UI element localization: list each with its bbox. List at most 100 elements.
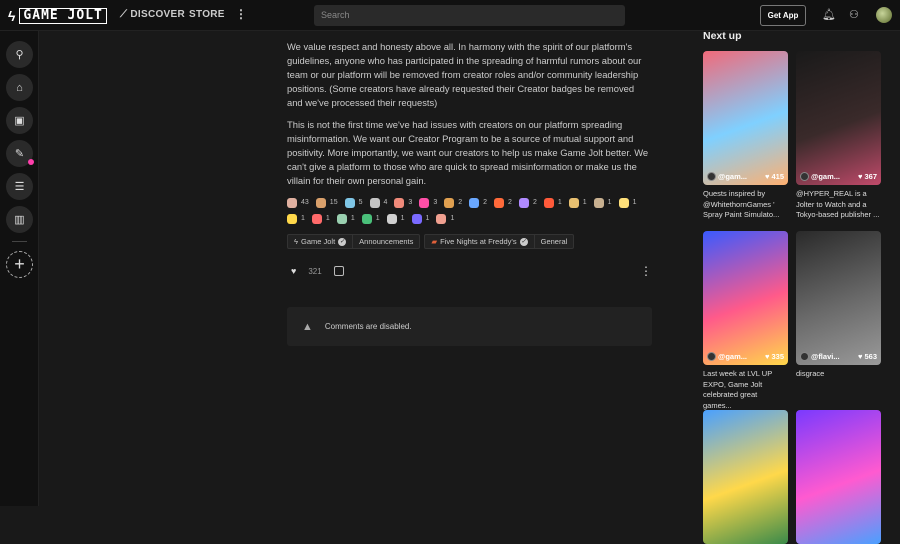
reaction-count: 1 xyxy=(607,199,612,206)
reaction-count: 1 xyxy=(425,215,430,222)
next-up-card[interactable]: @gam... ♥ 415 Quests inspired by @Whitetho… xyxy=(703,51,788,221)
card-caption[interactable]: Last week at LVL UP EXPO, Game Jolt cele… xyxy=(703,369,788,411)
reaction-chip[interactable]: 1 xyxy=(568,197,587,208)
card-thumbnail[interactable]: @gam... ♥ 335 xyxy=(703,231,788,365)
reaction-chip[interactable]: 2 xyxy=(469,197,487,208)
card-thumbnail[interactable]: @flavi... ♥ 563 xyxy=(796,231,881,365)
nav-discover[interactable]: ⟋ DISCOVER xyxy=(120,9,185,20)
bolt-icon: ϟ xyxy=(8,8,16,24)
next-up-card[interactable]: @gam... ♥ 367 @HYPER_REAL is a Jolter to W… xyxy=(796,51,881,221)
sticker-emoji-icon xyxy=(469,197,480,208)
sticker-emoji-icon xyxy=(618,197,629,208)
reaction-chip[interactable]: 1 xyxy=(543,197,562,208)
next-up-title: Next up xyxy=(703,30,742,42)
sticker-emoji-icon xyxy=(287,197,297,208)
user-avatar-icon xyxy=(800,172,809,181)
warning-icon: ▲ xyxy=(302,320,313,333)
backpack-icon[interactable]: ▣ xyxy=(6,107,33,134)
reaction-chip[interactable]: 3 xyxy=(394,197,412,208)
tag-community[interactable]: ▰ Five Nights at Freddy's ✓ General xyxy=(424,234,575,249)
card-username: @flavi... xyxy=(811,352,840,361)
get-app-button[interactable]: Get App xyxy=(760,5,806,26)
card-user[interactable]: @gam... xyxy=(800,172,840,181)
reaction-chip[interactable]: 2 xyxy=(494,197,512,208)
nav-store[interactable]: STORE xyxy=(189,9,225,20)
sticker-emoji-icon xyxy=(287,213,297,224)
post-actions: ♥ 321 xyxy=(291,266,344,276)
card-meta: @gam... ♥ 335 xyxy=(707,352,784,361)
reaction-chip[interactable]: 1 xyxy=(411,213,430,224)
reaction-chip[interactable]: 2 xyxy=(518,197,537,208)
sticker-emoji-icon xyxy=(436,213,447,224)
reaction-chip[interactable]: 1 xyxy=(361,213,380,224)
next-up-card[interactable] xyxy=(796,410,881,544)
next-up-card[interactable]: @gam... ♥ 335 Last week at LVL UP EXPO, Ga… xyxy=(703,231,788,411)
reaction-chip[interactable]: 2 xyxy=(444,197,462,208)
reaction-count: 5 xyxy=(358,199,363,206)
card-user[interactable]: @gam... xyxy=(707,352,747,361)
card-caption[interactable]: disgrace xyxy=(796,369,881,380)
card-user[interactable]: @flavi... xyxy=(800,352,840,361)
sticker-emoji-icon xyxy=(386,213,397,224)
reaction-count: 4 xyxy=(383,199,388,206)
tag-channel[interactable]: Announcements xyxy=(352,235,419,248)
tag-community[interactable]: ϟ Game Jolt ✓ Announcements xyxy=(287,234,421,249)
tag-channel[interactable]: General xyxy=(533,235,574,248)
sticker-emoji-icon xyxy=(444,197,455,208)
chat-icon[interactable]: ☰ xyxy=(6,173,33,200)
reaction-chip[interactable]: 15 xyxy=(315,197,338,208)
reaction-count: 2 xyxy=(483,199,488,206)
card-thumbnail[interactable]: @gam... ♥ 415 xyxy=(703,51,788,185)
reaction-chip[interactable]: 1 xyxy=(436,213,454,224)
card-caption[interactable]: Quests inspired by @WhitethornGames ' Sp… xyxy=(703,189,788,221)
sticker-emoji-icon xyxy=(315,197,326,208)
reaction-chip[interactable]: 1 xyxy=(618,197,636,208)
card-caption[interactable]: @HYPER_REAL is a Jolter to Watch and a T… xyxy=(796,189,881,221)
reaction-chip[interactable]: 1 xyxy=(336,213,355,224)
reaction-chip[interactable]: 1 xyxy=(287,213,305,224)
post-more-icon[interactable]: ⋮ xyxy=(640,264,652,278)
sticker-emoji-icon xyxy=(369,197,380,208)
reaction-chip[interactable]: 4 xyxy=(369,197,388,208)
sticker-icon[interactable] xyxy=(333,266,344,276)
card-thumbnail[interactable] xyxy=(796,410,881,544)
user-avatar-icon xyxy=(800,352,809,361)
card-username: @gam... xyxy=(811,172,840,181)
game-jolt-logo[interactable]: ϟ GAME JOLT xyxy=(8,8,107,24)
activity-icon[interactable]: ⚲ xyxy=(6,41,33,68)
next-up-card[interactable]: @flavi... ♥ 563 disgrace xyxy=(796,231,881,380)
card-likes: ♥ 563 xyxy=(858,352,877,361)
reaction-chip[interactable]: 43 xyxy=(287,197,309,208)
add-community-button[interactable]: + xyxy=(6,251,33,278)
bell-icon[interactable]: 🔔︎ xyxy=(822,8,836,21)
verified-icon: ✓ xyxy=(338,237,347,246)
card-thumbnail[interactable]: @gam... ♥ 367 xyxy=(796,51,881,185)
reaction-count: 1 xyxy=(301,215,305,222)
reaction-chip[interactable]: 5 xyxy=(344,197,363,208)
card-like-count: 367 xyxy=(864,172,877,181)
post-body: We value respect and honesty above all. … xyxy=(287,40,652,196)
reaction-count: 1 xyxy=(557,199,562,206)
search-input[interactable]: Search xyxy=(314,5,625,26)
like-heart-icon[interactable]: ♥ xyxy=(291,266,296,276)
more-menu-icon[interactable]: ⋮ xyxy=(235,7,247,21)
like-count[interactable]: 321 xyxy=(308,267,321,276)
friends-icon[interactable]: ⚇ xyxy=(849,8,859,21)
reaction-chip[interactable]: 1 xyxy=(593,197,612,208)
reaction-chip[interactable]: 1 xyxy=(311,213,330,224)
card-thumbnail[interactable] xyxy=(703,410,788,544)
card-meta: @flavi... ♥ 563 xyxy=(800,352,877,361)
sticker-emoji-icon xyxy=(394,197,405,208)
card-user[interactable]: @gam... xyxy=(707,172,747,181)
reaction-chip[interactable]: 3 xyxy=(419,197,437,208)
sticker-emoji-icon xyxy=(518,197,529,208)
sticker-emoji-icon xyxy=(568,197,579,208)
avatar[interactable] xyxy=(876,7,892,23)
card-like-count: 415 xyxy=(771,172,784,181)
shop-icon[interactable]: ⌂ xyxy=(6,74,33,101)
next-up-card[interactable] xyxy=(703,410,788,544)
user-avatar-icon xyxy=(707,352,716,361)
card-likes: ♥ 415 xyxy=(765,172,784,181)
library-icon[interactable]: ▥ xyxy=(6,206,33,233)
reaction-chip[interactable]: 1 xyxy=(386,213,405,224)
